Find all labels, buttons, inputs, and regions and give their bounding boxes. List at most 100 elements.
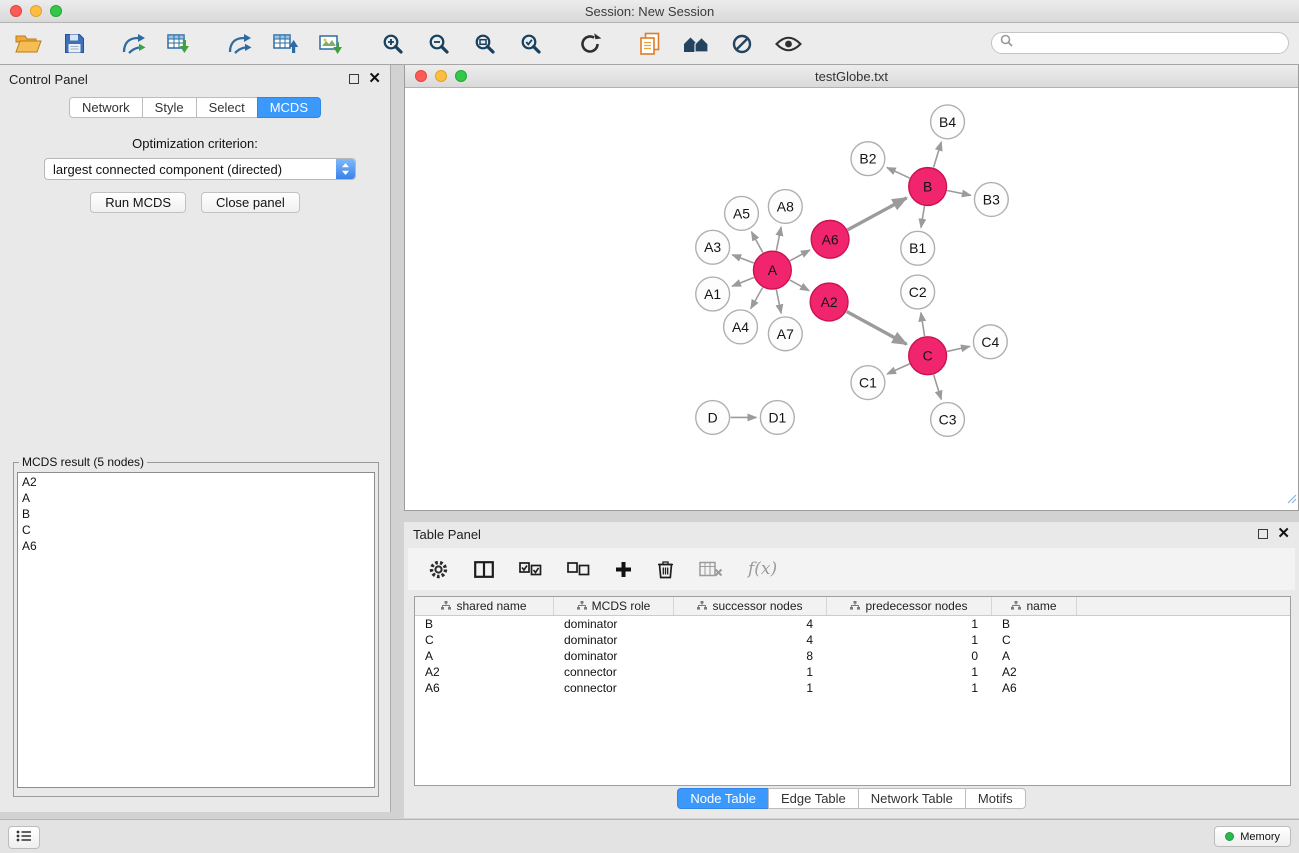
edge-A-A3[interactable]: [732, 255, 754, 263]
result-item[interactable]: A6: [22, 538, 370, 554]
node-A4[interactable]: A4: [724, 310, 758, 344]
network-canvas[interactable]: B4B2BB3A5A8A6B1A3AC2A1A2A4A7C4CC1C3DD1: [405, 88, 1298, 510]
table-row[interactable]: Cdominator41C: [415, 632, 1290, 648]
import-network-icon[interactable]: [118, 29, 150, 59]
node-C3[interactable]: C3: [931, 403, 965, 437]
deselect-all-icon[interactable]: [567, 562, 590, 576]
node-B2[interactable]: B2: [851, 142, 885, 176]
close-window-icon[interactable]: [10, 5, 22, 17]
edge-B-B4[interactable]: [934, 142, 942, 168]
mcds-result-list[interactable]: A2ABCA6: [17, 472, 375, 788]
tab-node-table[interactable]: Node Table: [677, 788, 769, 809]
edge-A-A2[interactable]: [790, 280, 809, 291]
table-row[interactable]: A6connector11A6: [415, 680, 1290, 696]
tab-network-table[interactable]: Network Table: [858, 788, 966, 809]
node-A6[interactable]: A6: [811, 220, 849, 258]
eye-icon[interactable]: [772, 29, 804, 59]
zoom-fit-icon[interactable]: [468, 29, 500, 59]
zoom-out-icon[interactable]: [422, 29, 454, 59]
edge-C-C4[interactable]: [947, 346, 970, 351]
home-view-icon[interactable]: [680, 29, 712, 59]
column-header-predecessor-nodes[interactable]: predecessor nodes: [827, 597, 992, 615]
export-table-icon[interactable]: [270, 29, 302, 59]
node-D[interactable]: D: [696, 401, 730, 435]
search-field[interactable]: [991, 32, 1289, 54]
save-icon[interactable]: [58, 29, 90, 59]
edge-A-A5[interactable]: [751, 232, 762, 253]
export-image-icon[interactable]: [316, 29, 348, 59]
search-input[interactable]: [1018, 35, 1280, 51]
settings-gear-icon[interactable]: [428, 559, 449, 580]
close-panel-button[interactable]: Close panel: [201, 192, 300, 213]
tab-network[interactable]: Network: [69, 97, 143, 118]
node-A5[interactable]: A5: [725, 196, 759, 230]
table-row[interactable]: A2connector11A2: [415, 664, 1290, 680]
float-table-panel-icon[interactable]: [1258, 529, 1268, 539]
edge-A-A4[interactable]: [751, 287, 763, 308]
edge-A-A7[interactable]: [776, 290, 781, 314]
edge-A-A1[interactable]: [732, 278, 754, 287]
select-all-icon[interactable]: [519, 562, 542, 576]
edge-A6-B[interactable]: [848, 198, 907, 230]
network-window-titlebar[interactable]: testGlobe.txt: [405, 65, 1298, 88]
delete-columns-icon[interactable]: [699, 561, 723, 578]
network-minimize-icon[interactable]: [435, 70, 447, 82]
open-folder-icon[interactable]: [12, 29, 44, 59]
node-B1[interactable]: B1: [901, 231, 935, 265]
tab-select[interactable]: Select: [196, 97, 258, 118]
tab-mcds[interactable]: MCDS: [257, 97, 321, 118]
network-zoom-icon[interactable]: [455, 70, 467, 82]
run-mcds-button[interactable]: Run MCDS: [90, 192, 186, 213]
node-C4[interactable]: C4: [973, 325, 1007, 359]
edge-A2-C[interactable]: [847, 312, 907, 345]
float-panel-icon[interactable]: [349, 74, 359, 84]
edge-C-C1[interactable]: [887, 364, 909, 374]
edge-B-B2[interactable]: [887, 168, 910, 179]
column-header-mcds-role[interactable]: MCDS role: [554, 597, 674, 615]
node-B4[interactable]: B4: [931, 105, 965, 139]
node-A7[interactable]: A7: [768, 317, 802, 351]
node-C2[interactable]: C2: [901, 275, 935, 309]
network-canvas-area[interactable]: B4B2BB3A5A8A6B1A3AC2A1A2A4A7C4CC1C3DD1: [405, 88, 1298, 510]
node-A3[interactable]: A3: [696, 230, 730, 264]
column-header-shared-name[interactable]: shared name: [415, 597, 554, 615]
graphics-details-icon[interactable]: [726, 29, 758, 59]
node-B[interactable]: B: [909, 168, 947, 206]
copy-snapshot-icon[interactable]: [634, 29, 666, 59]
node-D1[interactable]: D1: [760, 401, 794, 435]
edge-C-C2[interactable]: [921, 313, 925, 336]
function-builder-icon[interactable]: f(x): [748, 559, 777, 579]
edge-B-B3[interactable]: [947, 191, 971, 196]
result-item[interactable]: B: [22, 506, 370, 522]
tab-motifs[interactable]: Motifs: [965, 788, 1026, 809]
import-table-icon[interactable]: [164, 29, 196, 59]
column-header-successor-nodes[interactable]: successor nodes: [674, 597, 827, 615]
task-history-button[interactable]: [8, 826, 40, 849]
refresh-icon[interactable]: [574, 29, 606, 59]
node-A8[interactable]: A8: [768, 190, 802, 224]
zoom-selected-icon[interactable]: [514, 29, 546, 59]
result-item[interactable]: C: [22, 522, 370, 538]
delete-icon[interactable]: [657, 559, 674, 579]
edge-A-A8[interactable]: [776, 227, 781, 251]
close-panel-icon[interactable]: ✕: [368, 74, 381, 84]
node-B3[interactable]: B3: [974, 183, 1008, 217]
criterion-select[interactable]: largest connected component (directed): [44, 158, 356, 180]
result-item[interactable]: A: [22, 490, 370, 506]
add-icon[interactable]: [615, 561, 632, 578]
edge-A-A6[interactable]: [790, 250, 810, 261]
split-columns-icon[interactable]: [474, 561, 494, 578]
zoom-window-icon[interactable]: [50, 5, 62, 17]
edge-C-C3[interactable]: [934, 375, 942, 400]
table-row[interactable]: Adominator80A: [415, 648, 1290, 664]
network-close-icon[interactable]: [415, 70, 427, 82]
column-header-name[interactable]: name: [992, 597, 1077, 615]
minimize-window-icon[interactable]: [30, 5, 42, 17]
node-A2[interactable]: A2: [810, 283, 848, 321]
edge-B-B1[interactable]: [921, 206, 924, 227]
tab-style[interactable]: Style: [142, 97, 197, 118]
zoom-in-icon[interactable]: [376, 29, 408, 59]
node-C[interactable]: C: [909, 337, 947, 375]
resize-corner-icon[interactable]: [1287, 491, 1297, 509]
close-table-panel-icon[interactable]: ✕: [1277, 529, 1290, 539]
